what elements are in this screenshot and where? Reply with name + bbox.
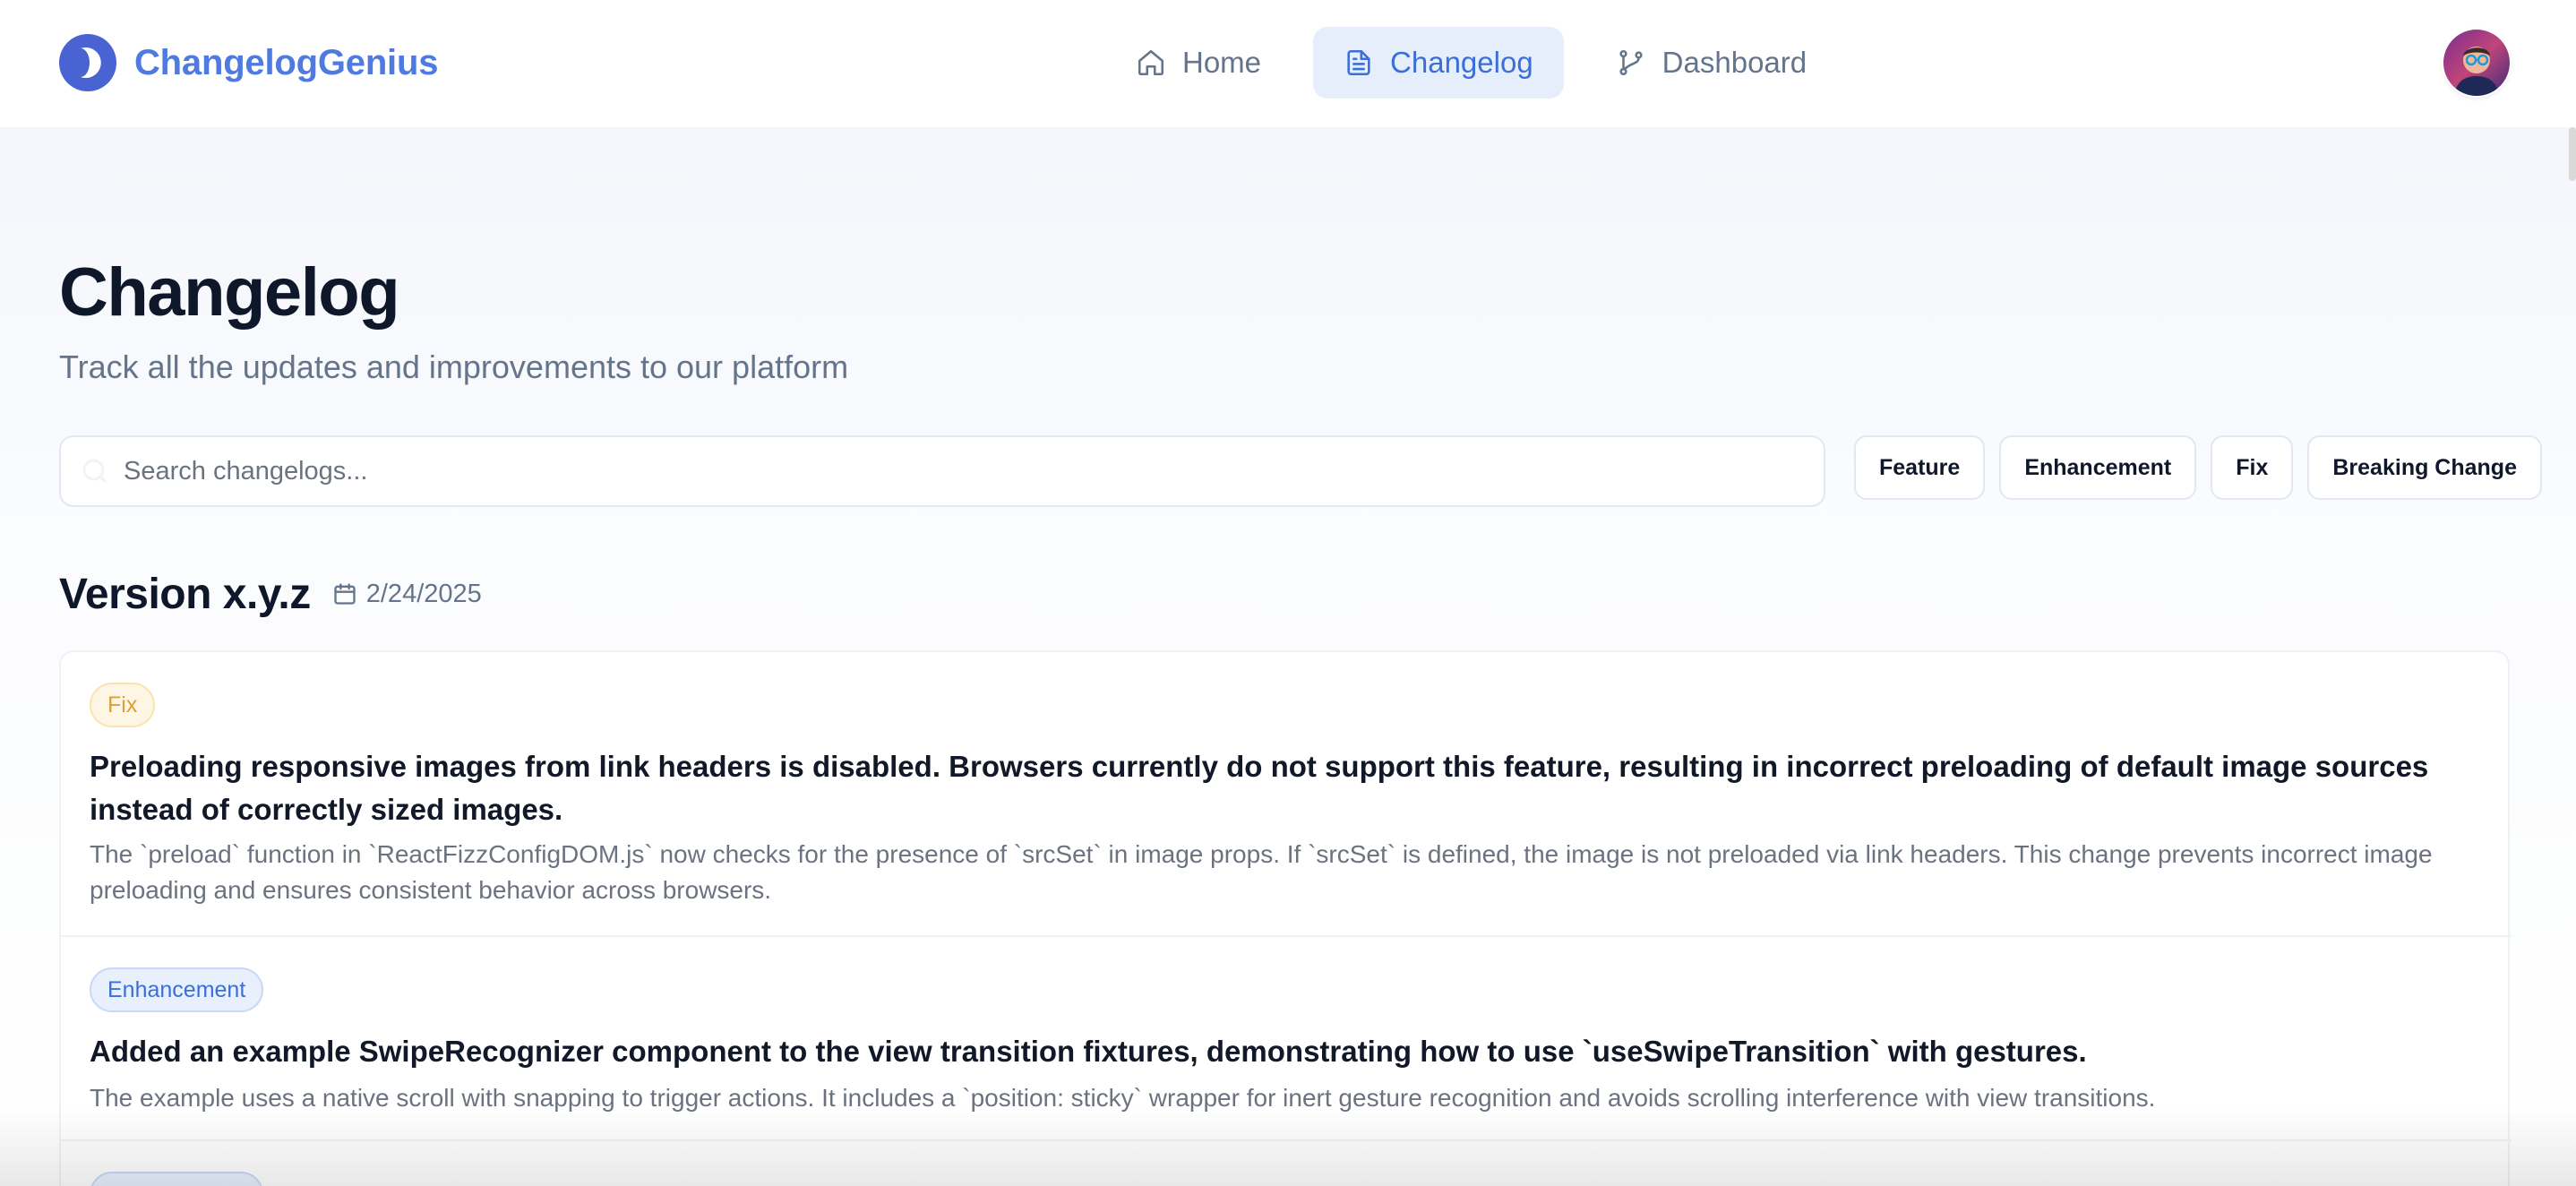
page-title: Changelog [59,254,400,331]
filter-fix-button[interactable]: Fix [2211,435,2294,500]
app-root: ChangelogGenius Home Changelog Dashboard… [0,0,2576,1186]
home-icon [1138,49,1164,76]
main-nav: Home Changelog Dashboard [1105,27,1837,99]
brand-name: ChangelogGenius [134,42,439,82]
entry-title: Preloading responsive images from link h… [90,750,2429,826]
entry-type-badge: Enhancement [90,967,264,1012]
type-filters: Feature Enhancement Fix Breaking Change [1854,435,2542,500]
version-date-text: 2/24/2025 [365,579,482,608]
brand-logo-icon [59,34,116,91]
nav-item-dashboard[interactable]: Dashboard [1585,27,1837,99]
changelog-entry: Enhancement Added an example SwipeRecogn… [61,937,2512,1141]
changelog-entries-card: Fix Preloading responsive images from li… [59,650,2512,1186]
search-box [59,435,1825,507]
entry-type-badge [90,1172,263,1186]
nav-item-changelog[interactable]: Changelog [1313,27,1564,99]
page-subtitle: Track all the updates and improvements t… [59,348,849,385]
file-text-icon [1347,49,1370,76]
entry-type-badge: Fix [90,683,156,727]
brand-link[interactable]: ChangelogGenius [59,34,438,91]
entry-title: Added an example SwipeRecognizer compone… [90,1035,2087,1068]
nav-item-home[interactable]: Home [1105,27,1292,99]
entry-description: The example uses a native scroll with sn… [90,1084,2156,1112]
user-avatar[interactable] [2443,30,2510,96]
version-date: 2/24/2025 [332,580,482,609]
avatar-image [2443,30,2510,96]
search-icon [82,459,107,484]
filter-feature-button[interactable]: Feature [1854,435,1986,500]
nav-item-label: Dashboard [1662,46,1807,79]
filter-enhancement-button[interactable]: Enhancement [1999,435,2197,500]
version-header: Version x.y.z 2/24/2025 [59,564,482,623]
nav-item-label: Home [1182,46,1262,79]
scrollbar-thumb[interactable] [2569,127,2576,181]
changelog-entry-partial [61,1141,2512,1186]
version-title: Version x.y.z [59,570,311,618]
git-branch-icon [1619,49,1643,76]
nav-item-label: Changelog [1390,46,1533,79]
calendar-icon [334,583,356,605]
entry-description: The `preload` function in `ReactFizzConf… [90,840,2433,904]
changelog-entry: Fix Preloading responsive images from li… [61,652,2512,937]
top-navbar: ChangelogGenius Home Changelog Dashboard [0,0,2576,127]
filter-breaking-change-button[interactable]: Breaking Change [2307,435,2542,500]
search-input[interactable] [124,437,1807,505]
